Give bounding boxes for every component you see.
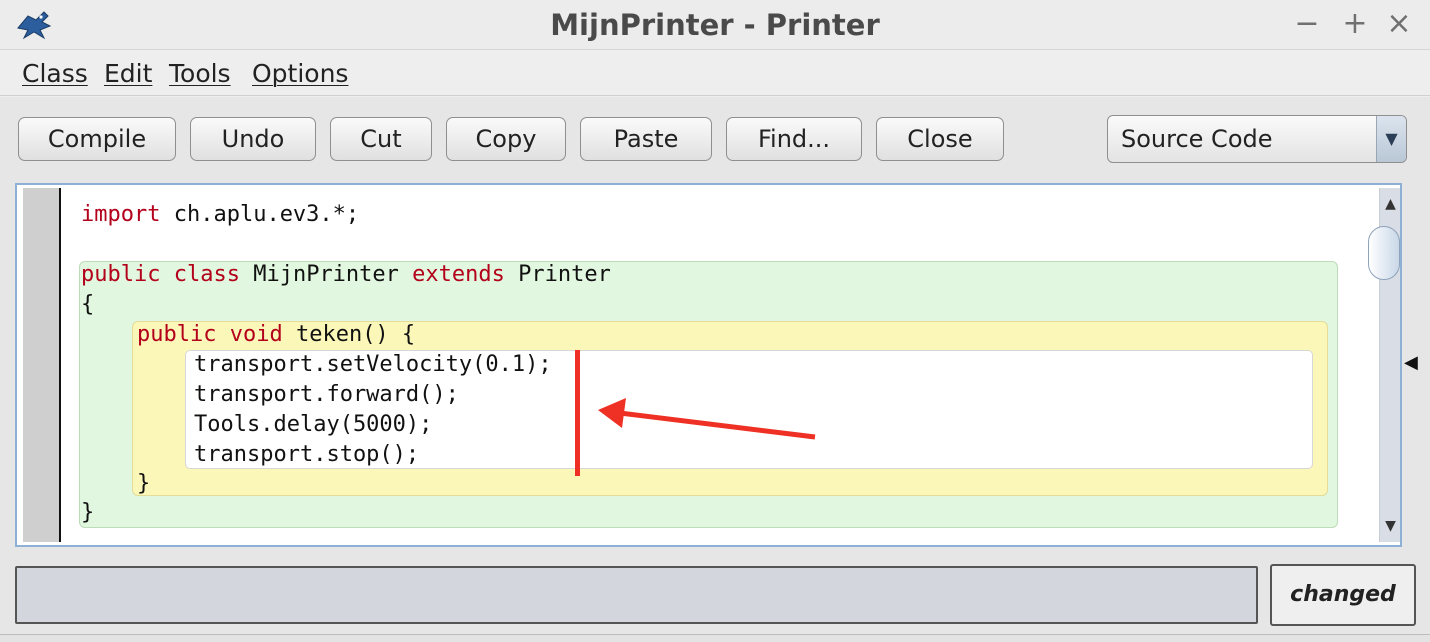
menu-bar: Class Edit Tools Options (0, 50, 1430, 96)
keyword: void (229, 322, 283, 347)
code-text: teken() { (282, 322, 416, 347)
line-gutter[interactable] (23, 188, 61, 542)
cut-button[interactable]: Cut (330, 117, 432, 161)
code-text: MijnPrinter (239, 262, 413, 287)
scroll-up-icon[interactable]: ▲ (1380, 192, 1401, 216)
view-select[interactable]: Source Code ▼ (1107, 115, 1407, 163)
code-line: public void teken() { (137, 320, 415, 350)
code-line: } (81, 500, 95, 525)
scroll-down-icon[interactable]: ▼ (1380, 514, 1401, 538)
menu-tools[interactable]: Tools (169, 59, 231, 88)
close-button[interactable]: Close (876, 117, 1004, 161)
code-line: transport.forward(); (194, 382, 459, 407)
paste-button[interactable]: Paste (580, 117, 712, 161)
code-area[interactable]: import ch.aplu.ev3.*; public class MijnP… (63, 185, 1363, 545)
status-message-field (15, 566, 1258, 624)
code-line: } (137, 471, 151, 496)
keyword: import (81, 202, 161, 227)
code-text: ch.aplu.ev3.*; (160, 202, 360, 227)
keyword: extends (412, 262, 505, 287)
scroll-thumb[interactable] (1368, 226, 1400, 280)
code-editor[interactable]: import ch.aplu.ev3.*; public class MijnP… (15, 183, 1402, 547)
window-title: MijnPrinter - Printer (550, 8, 880, 42)
code-line: { (81, 292, 95, 317)
keyword: public (81, 262, 161, 287)
menu-class[interactable]: Class (22, 59, 88, 88)
code-line: transport.stop(); (194, 442, 420, 467)
vertical-scrollbar[interactable]: ▲ ▼ (1368, 188, 1401, 542)
menu-options[interactable]: Options (252, 59, 348, 88)
copy-button[interactable]: Copy (446, 117, 566, 161)
keyword: public (137, 322, 217, 347)
maximize-button[interactable]: + (1338, 4, 1372, 44)
close-window-button[interactable]: × (1382, 4, 1416, 44)
changed-status-badge: changed (1270, 564, 1416, 626)
keyword: class (173, 262, 240, 287)
code-line: transport.setVelocity(0.1); (194, 352, 552, 377)
code-text: Printer (504, 262, 611, 287)
minimize-button[interactable]: − (1290, 4, 1324, 44)
expand-panel-icon[interactable]: ◀ (1404, 352, 1418, 373)
undo-button[interactable]: Undo (190, 117, 316, 161)
code-line: public class MijnPrinter extends Printer (81, 260, 611, 290)
code-line: Tools.delay(5000); (194, 412, 433, 437)
title-bar: MijnPrinter - Printer − + × (0, 0, 1430, 50)
code-line: import ch.aplu.ev3.*; (81, 200, 359, 230)
chevron-down-icon[interactable]: ▼ (1376, 116, 1406, 162)
view-select-value: Source Code (1121, 125, 1273, 153)
compile-button[interactable]: Compile (18, 117, 176, 161)
menu-edit[interactable]: Edit (104, 59, 152, 88)
window-bottom-edge (0, 634, 1430, 642)
find-button[interactable]: Find... (726, 117, 862, 161)
